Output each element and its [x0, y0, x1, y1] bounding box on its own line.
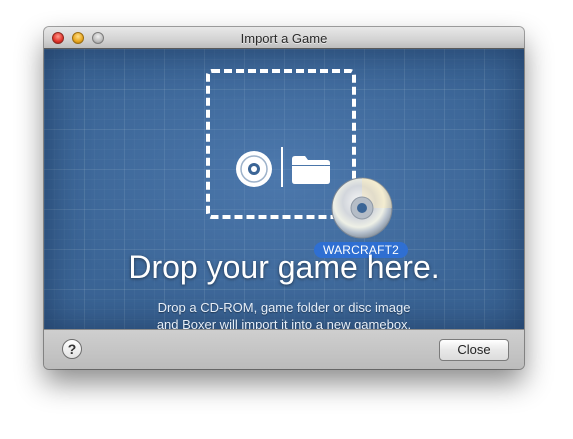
close-button[interactable]: Close — [439, 339, 509, 361]
game-drop-area[interactable]: WARCRAFT2 Drop your game here. Drop a CD… — [44, 49, 524, 332]
drop-instructions-line-1: Drop a CD-ROM, game folder or disc image — [157, 300, 411, 315]
disc-icon[interactable] — [330, 176, 394, 245]
import-game-window: Import a Game WARCRAFT2 Drop your game h… — [44, 27, 524, 369]
window-title: Import a Game — [240, 31, 328, 46]
help-button[interactable]: ? — [62, 339, 82, 359]
drop-instructions: Drop a CD-ROM, game folder or disc image… — [44, 299, 524, 333]
folder-icon — [290, 153, 332, 190]
title-bar[interactable]: Import a Game — [44, 27, 524, 49]
bottom-bar: ? Close — [44, 329, 524, 369]
drop-headline: Drop your game here. — [128, 249, 440, 285]
icon-divider — [281, 147, 283, 187]
cd-icon — [234, 149, 274, 194]
